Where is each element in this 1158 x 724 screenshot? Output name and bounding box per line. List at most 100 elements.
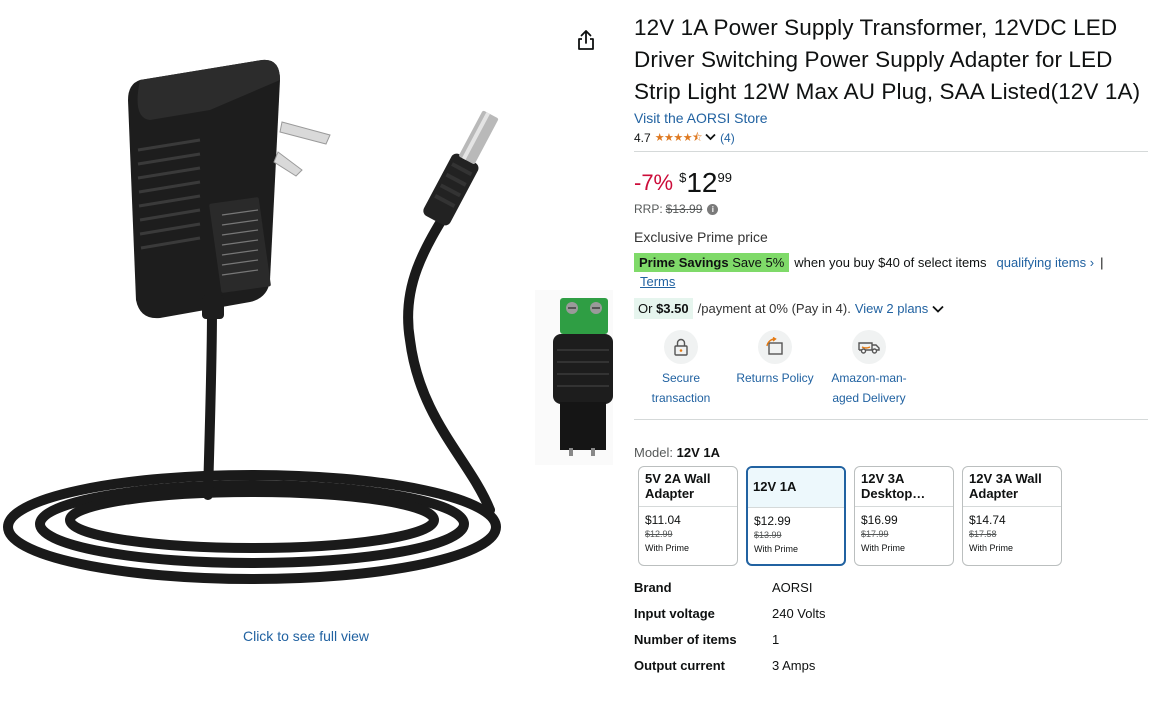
model-selected: 12V 1A <box>676 445 721 460</box>
qualifying-items-link[interactable]: qualifying items › <box>997 255 1095 270</box>
spec-row: Brand AORSI <box>634 580 1154 606</box>
separator: | <box>1100 255 1104 270</box>
feature-delivery-label2: aged Delivery <box>832 391 906 405</box>
divider <box>634 419 1148 420</box>
model-option-12v-3a-desktop[interactable]: 12V 3A Desktop… $16.99 $17.99 With Prime <box>854 466 954 566</box>
swatch-prime: With Prime <box>645 543 690 553</box>
swatch-name-line1: 12V 1A <box>753 479 797 494</box>
prime-savings-label: Prime Savings <box>639 255 729 270</box>
divider <box>634 151 1148 152</box>
spec-row: Output current 3 Amps <box>634 658 1154 684</box>
product-main-image[interactable] <box>0 40 530 600</box>
installment-row: Or $3.50 /payment at 0% (Pay in 4). View… <box>634 298 1154 319</box>
swatch-name-line2: Desktop… <box>861 486 926 501</box>
review-count-link[interactable]: (4) <box>720 131 735 145</box>
swatch-title: 5V 2A Wall Adapter <box>639 467 737 506</box>
model-option-12v-3a-wall-adapter[interactable]: 12V 3A Wall Adapter $14.74 $17.58 With P… <box>962 466 1062 566</box>
spec-key: Brand <box>634 580 672 595</box>
spec-value: 3 Amps <box>772 658 816 673</box>
feature-delivery-label1: Amazon-man- <box>831 371 907 385</box>
product-details: 12V 1A Power Supply Transformer, 12VDC L… <box>634 12 1154 684</box>
swatch-title: 12V 1A <box>748 468 844 507</box>
spec-key: Input voltage <box>634 606 715 621</box>
feature-secure[interactable]: Secure transaction <box>634 330 728 418</box>
price-whole: 12 <box>686 167 718 198</box>
discount-percent: -7% <box>634 170 674 195</box>
model-option-12v-1a[interactable]: 12V 1A $12.99 $13.99 With Prime <box>746 466 846 566</box>
return-box-icon <box>758 330 792 364</box>
swatch-name-line2: Adapter <box>645 486 695 501</box>
spec-value: 1 <box>772 632 780 647</box>
feature-returns[interactable]: Returns Policy <box>728 330 822 418</box>
dc-connector-image[interactable] <box>535 290 613 465</box>
spec-value: AORSI <box>772 580 813 595</box>
prime-savings-badge: Prime Savings Save 5% <box>634 253 790 272</box>
swatch-price: $14.74 <box>969 513 1006 527</box>
store-link[interactable]: Visit the AORSI Store <box>634 110 1154 126</box>
swatch-title: 12V 3A Wall Adapter <box>963 467 1061 506</box>
share-icon[interactable] <box>574 28 598 52</box>
spec-row: Input voltage 240 Volts <box>634 606 1154 632</box>
chevron-down-icon[interactable] <box>705 132 716 144</box>
swatch-price-box: $11.04 $12.99 With Prime <box>639 506 737 558</box>
delivery-van-icon <box>852 330 886 364</box>
info-icon[interactable]: i <box>707 203 719 215</box>
swatch-rrp: $17.99 <box>861 529 889 539</box>
feature-returns-label1: Returns Policy <box>736 371 814 385</box>
price-fraction: 99 <box>717 170 732 185</box>
feature-delivery[interactable]: Amazon-man- aged Delivery <box>822 330 916 418</box>
full-view-link[interactable]: Click to see full view <box>0 628 612 644</box>
swatch-title: 12V 3A Desktop… <box>855 467 953 506</box>
model-swatches: 5V 2A Wall Adapter $11.04 $12.99 With Pr… <box>638 466 1154 566</box>
spec-value: 240 Volts <box>772 606 826 621</box>
swatch-name-line2: Adapter <box>969 486 1019 501</box>
spec-key: Output current <box>634 658 725 673</box>
view-plans-link[interactable]: View 2 plans <box>855 301 928 316</box>
image-area: Click to see full view <box>0 0 615 724</box>
spec-row: Number of items 1 <box>634 632 1154 658</box>
rating-value: 4.7 <box>634 131 651 145</box>
spec-key: Number of items <box>634 632 737 647</box>
swatch-name-line1: 5V 2A Wall <box>645 471 711 486</box>
rrp-value: $13.99 <box>665 202 703 216</box>
swatch-price-box: $12.99 $13.99 With Prime <box>748 507 844 559</box>
feature-secure-label1: Secure <box>661 371 701 385</box>
rrp-row: RRP: $13.99 i <box>634 202 1154 216</box>
chevron-down-icon[interactable] <box>932 301 944 316</box>
model-label-row: Model: 12V 1A <box>634 445 1154 460</box>
star-rating-icon[interactable]: ★★★★⯪ <box>655 129 703 148</box>
or-label: Or <box>638 301 653 316</box>
installment-amount: $3.50 <box>656 301 689 316</box>
price-currency: $ <box>679 170 687 185</box>
feature-secure-label2: transaction <box>651 391 711 405</box>
prime-savings-value: Save 5% <box>732 255 785 270</box>
price-row: -7% $ 12 99 <box>634 168 1154 198</box>
rrp-label: RRP: <box>634 202 663 216</box>
lock-icon <box>664 330 698 364</box>
terms-row: Terms <box>634 274 1154 289</box>
swatch-rrp: $17.58 <box>969 529 997 539</box>
swatch-prime: With Prime <box>754 544 799 554</box>
prime-savings-row: Prime Savings Save 5% when you buy $40 o… <box>634 253 1154 272</box>
model-option-5v-2a-wall-adapter[interactable]: 5V 2A Wall Adapter $11.04 $12.99 With Pr… <box>638 466 738 566</box>
swatch-price: $11.04 <box>645 513 681 527</box>
rating-row: 4.7 ★★★★⯪ (4) <box>634 131 1154 145</box>
swatch-prime: With Prime <box>969 543 1014 553</box>
prime-condition: when you buy $40 of select items <box>794 255 987 270</box>
swatch-rrp: $13.99 <box>754 530 782 540</box>
swatch-price-box: $14.74 $17.58 With Prime <box>963 506 1061 558</box>
terms-link[interactable]: Terms <box>640 274 675 289</box>
swatch-prime: With Prime <box>861 543 906 553</box>
installment-badge: Or $3.50 <box>634 298 693 319</box>
swatch-price: $12.99 <box>754 514 791 528</box>
exclusive-prime-text: Exclusive Prime price <box>634 229 768 245</box>
spec-table: Brand AORSI Input voltage 240 Volts Numb… <box>634 580 1154 684</box>
installment-text: /payment at 0% (Pay in 4). <box>697 301 851 316</box>
swatch-rrp: $12.99 <box>645 529 673 539</box>
swatch-name-line1: 12V 3A Wall <box>969 471 1042 486</box>
swatch-price-box: $16.99 $17.99 With Prime <box>855 506 953 558</box>
model-label: Model: <box>634 445 674 460</box>
swatch-name-line1: 12V 3A <box>861 471 905 486</box>
feature-icons-row: Secure transaction Returns Policy Amazon… <box>634 330 1154 418</box>
swatch-price: $16.99 <box>861 513 898 527</box>
